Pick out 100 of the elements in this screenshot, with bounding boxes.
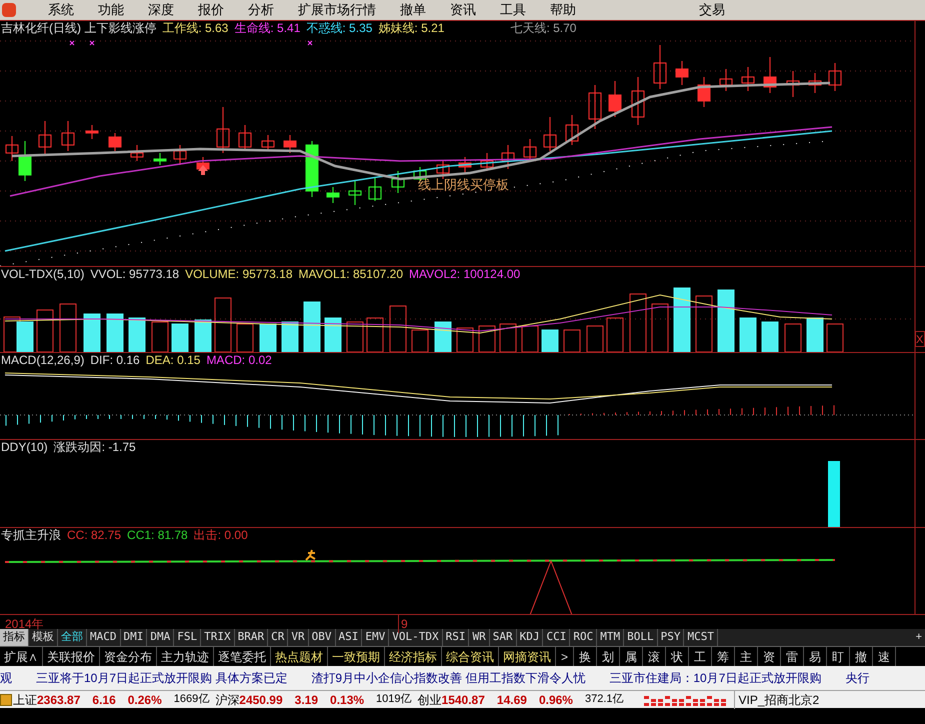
indicator-value: 吉林化纤(日线) 上下影线涨停: [1, 21, 156, 36]
volume-bar: [390, 306, 406, 352]
index-icon: [0, 694, 12, 706]
server-name: VIP_招商北京2: [734, 690, 820, 708]
volume-bar: [784, 324, 802, 352]
candle: [524, 138, 536, 162]
candle: [698, 76, 710, 108]
candle: [544, 116, 556, 152]
candle: [306, 140, 318, 198]
index-price: 1540.87: [442, 692, 485, 708]
candle: [216, 106, 230, 154]
volume-bar: [740, 318, 756, 352]
index-name: 创业: [418, 692, 442, 708]
volume-bar: [826, 324, 844, 352]
indicator-tab[interactable]: 指标: [0, 629, 29, 646]
index-name: 上证: [13, 692, 37, 708]
candle: [764, 56, 776, 94]
indicator-value: 涨跌动因: -1.75: [54, 440, 136, 455]
menu-item[interactable]: 撤单: [388, 0, 438, 20]
volume-bar: [500, 324, 516, 352]
volume-bar: [36, 310, 54, 352]
volume-bar: [718, 290, 734, 352]
candle: [808, 72, 822, 94]
volume-bar: [282, 322, 298, 352]
cross-mark-icon: [90, 40, 94, 46]
close-button[interactable]: X: [915, 331, 925, 347]
candle: [720, 68, 732, 92]
volume-bar: [128, 318, 146, 352]
news-headline[interactable]: 观: [0, 669, 12, 687]
index-price: 2363.87: [37, 692, 80, 708]
candle: [480, 152, 494, 172]
index-amount: 1669亿: [174, 692, 210, 708]
candle: [284, 134, 296, 154]
volume-bar: [434, 322, 452, 352]
menu-item[interactable]: 资讯: [438, 0, 488, 20]
indicator-value: 工作线: 5.63: [162, 21, 228, 36]
volume-bar: [542, 330, 558, 352]
indicator-value: 不惑线: 5.35: [306, 21, 372, 36]
menu-item[interactable]: 功能: [86, 0, 136, 20]
volume-bar: [630, 294, 646, 352]
volume-bar: [456, 328, 474, 352]
indicator-value: 生命线: 5.41: [234, 21, 300, 36]
indicator-value: VOLUME: 95773.18: [185, 267, 292, 282]
menu-item[interactable]: 系统: [36, 0, 86, 20]
index-name: 沪深: [215, 692, 240, 708]
news-headline[interactable]: 渣打9月中小企信心指数改善 但用工指数下滑令人忧: [311, 669, 586, 687]
candle: [154, 152, 166, 166]
candle: [566, 114, 578, 146]
indicator-value: DIF: 0.16: [90, 353, 140, 368]
menu-item[interactable]: 报价: [186, 0, 236, 20]
candle: [38, 120, 52, 156]
candle: [392, 170, 404, 194]
news-headline[interactable]: 央行: [845, 669, 870, 687]
indicator-value: CC1: 81.78: [127, 528, 188, 543]
candle: [262, 134, 274, 152]
volume-bar: [762, 322, 778, 352]
volume-bar: [478, 326, 496, 352]
up-arrow-icon: [198, 165, 208, 175]
date-label: 2014年: [5, 616, 44, 631]
runner-icon: [305, 549, 316, 561]
volume-bar: [84, 314, 100, 352]
candle: [326, 186, 340, 204]
menu-item[interactable]: 扩展市场行情: [286, 0, 388, 20]
candle: [130, 144, 144, 162]
candle: [786, 70, 800, 98]
indicator-value: DEA: 0.15: [146, 353, 200, 368]
cross-mark-icon: [70, 40, 74, 46]
candle: [368, 176, 382, 202]
indicator-value: CC: 82.75: [67, 528, 122, 543]
indicator-value: MAVOL2: 100124.00: [409, 267, 520, 282]
indicator-value: MAVOL1: 85107.20: [298, 267, 404, 282]
menu-item[interactable]: 深度: [136, 0, 186, 20]
index-percent: 0.13%: [330, 692, 364, 708]
volume-bar: [214, 298, 232, 352]
volume-bar: [236, 324, 254, 352]
menu-item[interactable]: 分析: [236, 0, 286, 20]
indicator-value: VVOL: 95773.18: [90, 267, 180, 282]
index-amount: 1019亿: [376, 692, 412, 708]
indicator-value: MACD(12,26,9): [1, 353, 84, 368]
menu-item[interactable]: 工具: [488, 0, 538, 20]
candle: [238, 124, 252, 152]
volume-bar: [16, 322, 34, 352]
volume-bar: [366, 318, 384, 352]
index-percent: 0.96%: [538, 692, 573, 708]
volume-bar: [586, 326, 604, 352]
indicator-value: 姊妹线: 5.21: [378, 21, 444, 36]
news-headline[interactable]: 三亚将于10月7日起正式放开限购 具体方案已定: [36, 669, 288, 687]
index-percent: 0.26%: [128, 692, 162, 708]
volume-bar: [260, 324, 276, 352]
menu-item[interactable]: 帮助: [538, 0, 588, 20]
volume-bar: [152, 322, 168, 352]
add-tab-button[interactable]: +: [912, 629, 925, 646]
indicator-value: 出击: 0.00: [194, 528, 248, 543]
candle: [654, 44, 666, 90]
menu-item[interactable]: 交易: [699, 0, 725, 20]
cross-mark-icon: [308, 40, 312, 46]
indicator-value: 七天线: 5.70: [510, 21, 576, 36]
volume-bar: [522, 326, 538, 352]
triangle-signal-drawing: [530, 560, 572, 615]
news-headline[interactable]: 三亚市住建局：10月7日起正式放开限购: [609, 669, 822, 687]
